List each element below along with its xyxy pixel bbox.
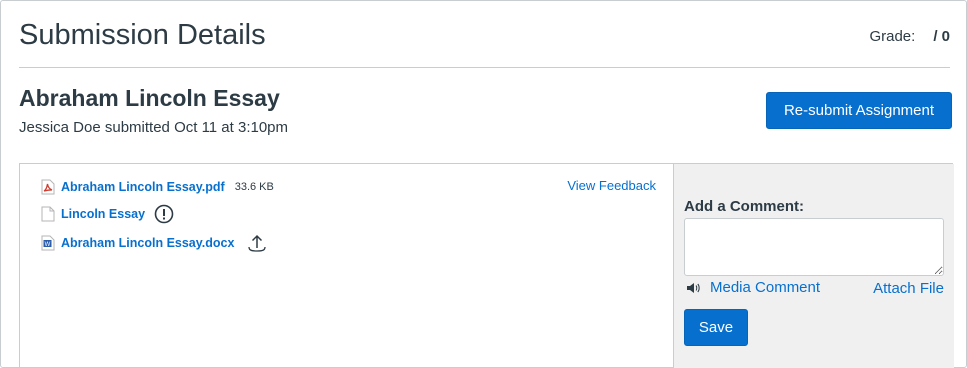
file-link-pdf[interactable]: Abraham Lincoln Essay.pdf [61, 180, 225, 194]
file-row: W Abraham Lincoln Essay.docx [40, 233, 267, 253]
grade-label: Grade: [869, 28, 916, 45]
view-feedback-link[interactable]: View Feedback [567, 178, 656, 193]
media-comment-row: Media Comment [686, 279, 820, 296]
attach-file-link[interactable]: Attach File [873, 280, 944, 297]
submission-details-window: Submission Details Grade: / 0 Abraham Li… [0, 0, 967, 368]
file-size: 33.6 KB [234, 181, 274, 193]
document-icon [40, 205, 56, 223]
submitted-files: View Feedback Abraham Lincoln Essay.pdf … [20, 164, 673, 368]
upload-icon[interactable] [247, 233, 267, 253]
pdf-file-icon [40, 178, 56, 196]
word-file-icon: W [40, 234, 56, 252]
comment-textarea[interactable] [684, 218, 944, 276]
submission-panel: View Feedback Abraham Lincoln Essay.pdf … [19, 163, 954, 368]
comment-sidebar: Add a Comment: Media Comment Attach File… [673, 164, 954, 368]
add-comment-label: Add a Comment: [684, 198, 804, 215]
resubmit-assignment-button[interactable]: Re-submit Assignment [766, 92, 952, 129]
file-row: Abraham Lincoln Essay.pdf 33.6 KB [40, 178, 274, 196]
file-row: Lincoln Essay [40, 204, 174, 224]
media-comment-link[interactable]: Media Comment [710, 279, 820, 296]
grade-value: / 0 [933, 28, 950, 45]
svg-text:W: W [45, 242, 51, 248]
grade-display: Grade: / 0 [869, 28, 950, 45]
submission-info: Jessica Doe submitted Oct 11 at 3:10pm [19, 119, 289, 136]
assignment-title: Abraham Lincoln Essay [19, 85, 280, 111]
file-link-docx[interactable]: Abraham Lincoln Essay.docx [61, 236, 234, 250]
speaker-icon [686, 282, 700, 294]
file-link-lincoln-essay[interactable]: Lincoln Essay [61, 207, 145, 221]
warning-icon[interactable] [154, 204, 174, 224]
header-divider [19, 67, 950, 68]
page-title: Submission Details [19, 19, 266, 51]
save-button[interactable]: Save [684, 309, 748, 346]
